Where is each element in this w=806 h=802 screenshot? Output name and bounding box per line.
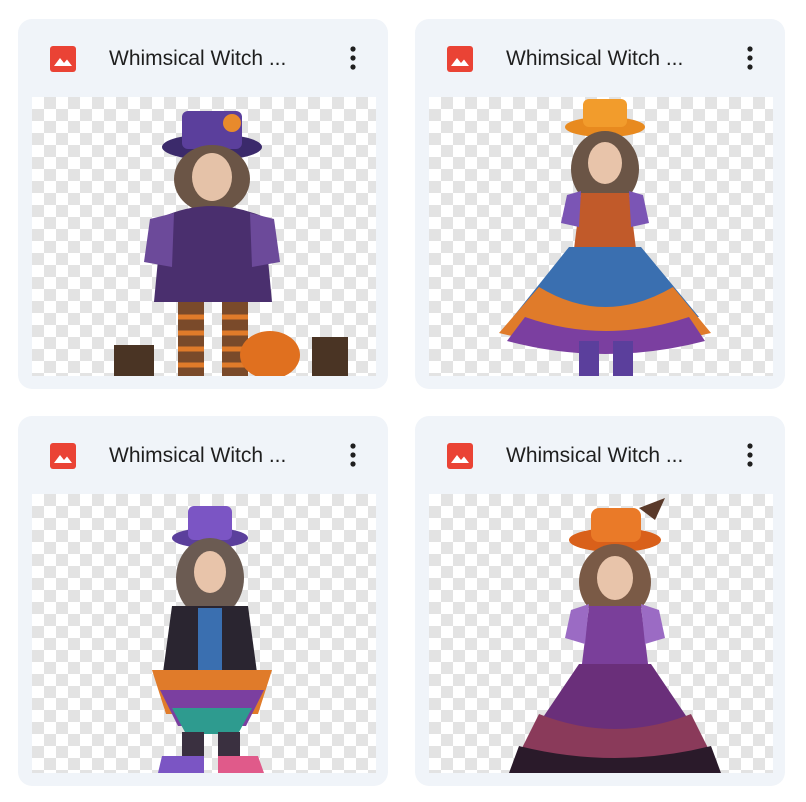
more-options-button[interactable] (735, 41, 765, 75)
witch-purple-gown-image (509, 498, 721, 773)
file-card[interactable]: Whimsical Witch ... (18, 416, 388, 786)
more-vert-icon (350, 46, 356, 70)
file-title: Whimsical Witch ... (109, 444, 287, 467)
image-file-icon (447, 443, 473, 469)
witch-sitting-image (114, 111, 348, 376)
file-card[interactable]: Whimsical Witch ... (415, 19, 785, 389)
more-vert-icon (747, 443, 753, 467)
file-title: Whimsical Witch ... (506, 47, 684, 70)
file-grid: Whimsical Witch ... Whimsical Witch ... … (0, 0, 806, 802)
witch-ruffle-dress-image (499, 99, 711, 376)
file-thumbnail[interactable] (32, 494, 376, 773)
more-options-button[interactable] (338, 41, 368, 75)
file-thumbnail[interactable] (429, 97, 773, 376)
file-card-header: Whimsical Witch ... (18, 19, 388, 97)
file-thumbnail[interactable] (32, 97, 376, 376)
image-file-icon (447, 46, 473, 72)
image-file-icon (50, 443, 76, 469)
more-vert-icon (350, 443, 356, 467)
file-title: Whimsical Witch ... (506, 444, 684, 467)
file-card-header: Whimsical Witch ... (415, 19, 785, 97)
more-options-button[interactable] (735, 438, 765, 472)
more-vert-icon (747, 46, 753, 70)
image-file-icon (50, 46, 76, 72)
more-options-button[interactable] (338, 438, 368, 472)
file-card-header: Whimsical Witch ... (415, 416, 785, 494)
file-title: Whimsical Witch ... (109, 47, 287, 70)
witch-feather-skirt-image (152, 506, 272, 773)
file-card-header: Whimsical Witch ... (18, 416, 388, 494)
file-card[interactable]: Whimsical Witch ... (18, 19, 388, 389)
file-card[interactable]: Whimsical Witch ... (415, 416, 785, 786)
file-thumbnail[interactable] (429, 494, 773, 773)
